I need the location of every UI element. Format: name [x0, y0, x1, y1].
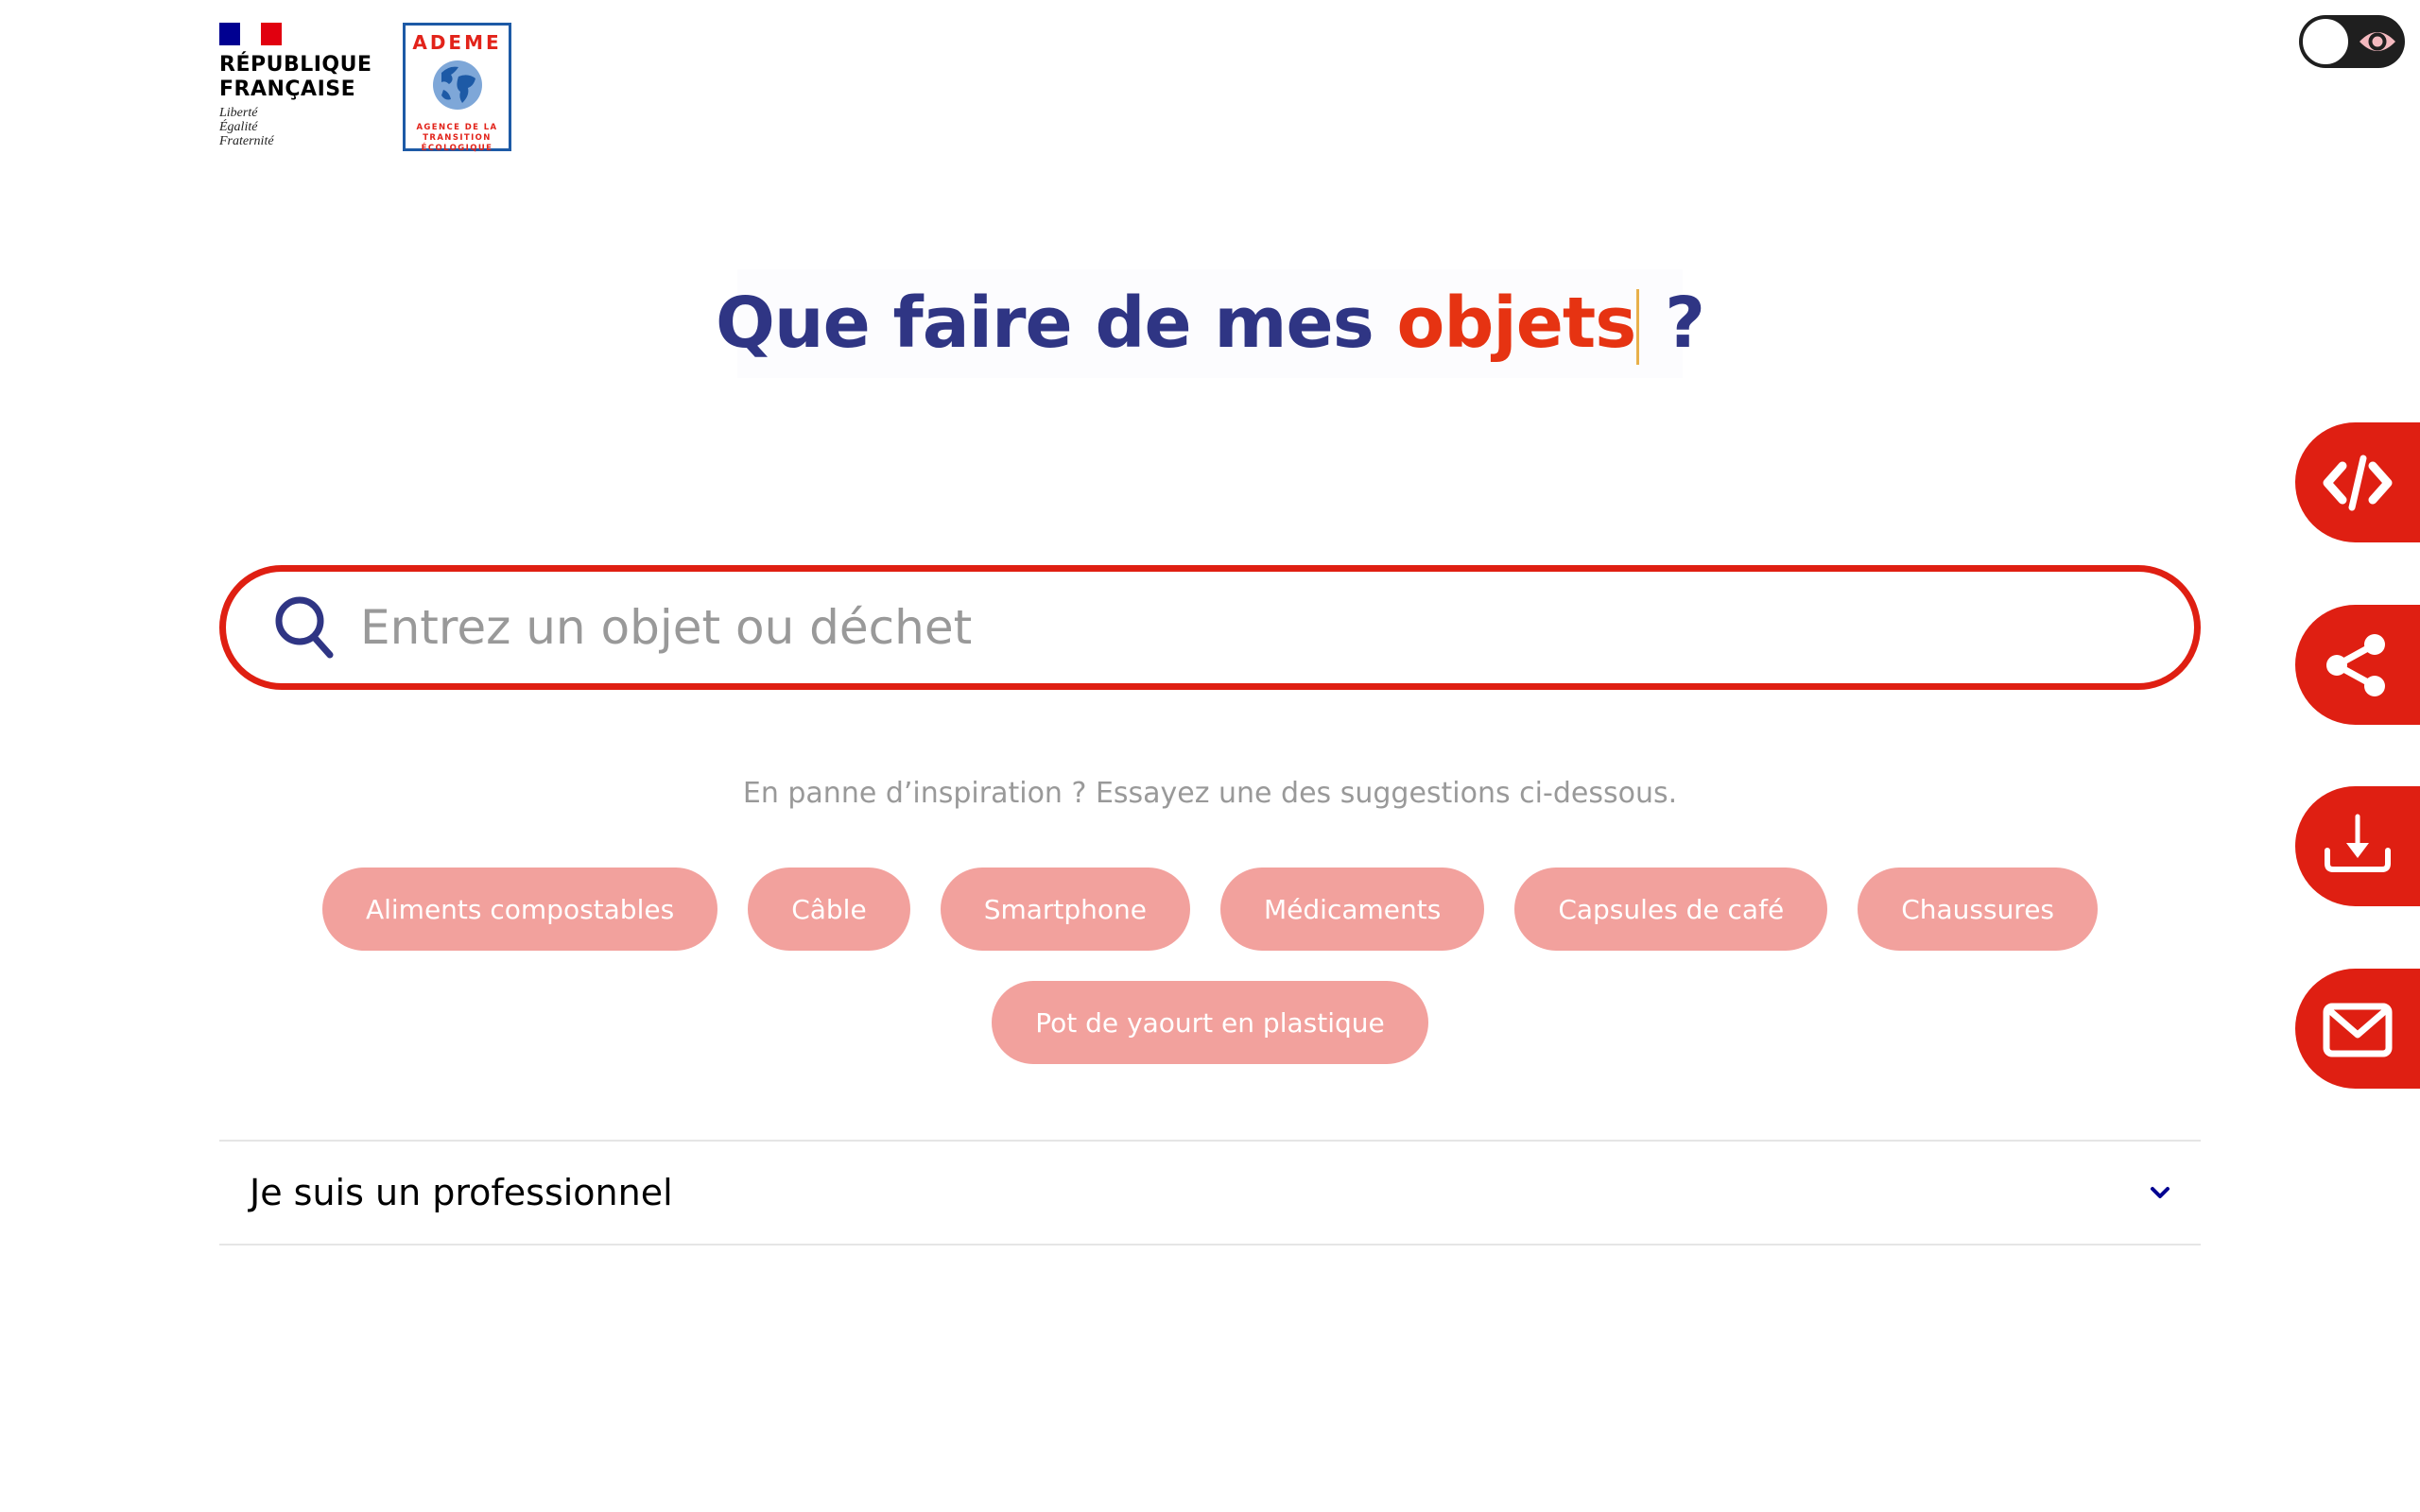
contrast-toggle[interactable] — [2299, 15, 2405, 68]
search-icon[interactable] — [273, 594, 336, 661]
suggestion-chip-chaussures[interactable]: Chaussures — [1858, 868, 2099, 951]
suggestions-hint: En panne d’inspiration ? Essayez une des… — [742, 777, 1678, 810]
share-button[interactable] — [2295, 605, 2420, 725]
share-icon — [2326, 633, 2385, 696]
accordion-label: Je suis un professionnel — [250, 1172, 673, 1213]
page-title: Que faire de mes objets ? — [716, 282, 1705, 366]
search-bar[interactable] — [219, 565, 2201, 690]
search-input[interactable] — [360, 580, 2156, 675]
embed-button[interactable] — [2295, 422, 2420, 542]
rf-name: RÉPUBLIQUE FRANÇAISE — [219, 53, 372, 101]
title-accent: objets — [1396, 282, 1637, 364]
suggestion-chip-capsules-de-cafe[interactable]: Capsules de café — [1514, 868, 1828, 951]
hero-title-banner: Que faire de mes objets ? — [716, 269, 1705, 378]
professional-accordion[interactable]: Je suis un professionnel — [219, 1140, 2201, 1246]
rf-motto: Liberté Égalité Fraternité — [219, 106, 274, 148]
globe-icon — [432, 60, 482, 110]
republique-francaise-logo[interactable]: RÉPUBLIQUE FRANÇAISE Liberté Égalité Fra… — [219, 23, 372, 148]
eye-icon — [2360, 32, 2395, 51]
toggle-knob — [2301, 17, 2350, 66]
ademe-logo[interactable]: ADEME AGENCE DE LA TRANSITION ÉCOLOGIQUE — [403, 23, 511, 153]
suggestion-chip-aliments-compostables[interactable]: Aliments compostables — [321, 868, 718, 951]
suggestion-chips-row-1: Aliments compostables Câble Smartphone M… — [0, 868, 2420, 951]
suggestion-chips-row-2: Pot de yaourt en plastique — [0, 981, 2420, 1064]
ademe-title: ADEME — [412, 31, 502, 54]
marianne-flag-icon — [219, 23, 282, 45]
chevron-down-icon[interactable] — [2150, 1185, 2170, 1200]
ademe-subtitle: AGENCE DE LA TRANSITION ÉCOLOGIQUE — [416, 123, 498, 153]
suggestion-chip-pot-de-yaourt[interactable]: Pot de yaourt en plastique — [992, 981, 1428, 1064]
typing-caret — [1636, 289, 1640, 366]
suggestion-chip-medicaments[interactable]: Médicaments — [1220, 868, 1485, 951]
suggestion-chip-cable[interactable]: Câble — [748, 868, 910, 951]
suggestion-chip-smartphone[interactable]: Smartphone — [940, 868, 1191, 951]
code-icon — [2323, 455, 2393, 510]
